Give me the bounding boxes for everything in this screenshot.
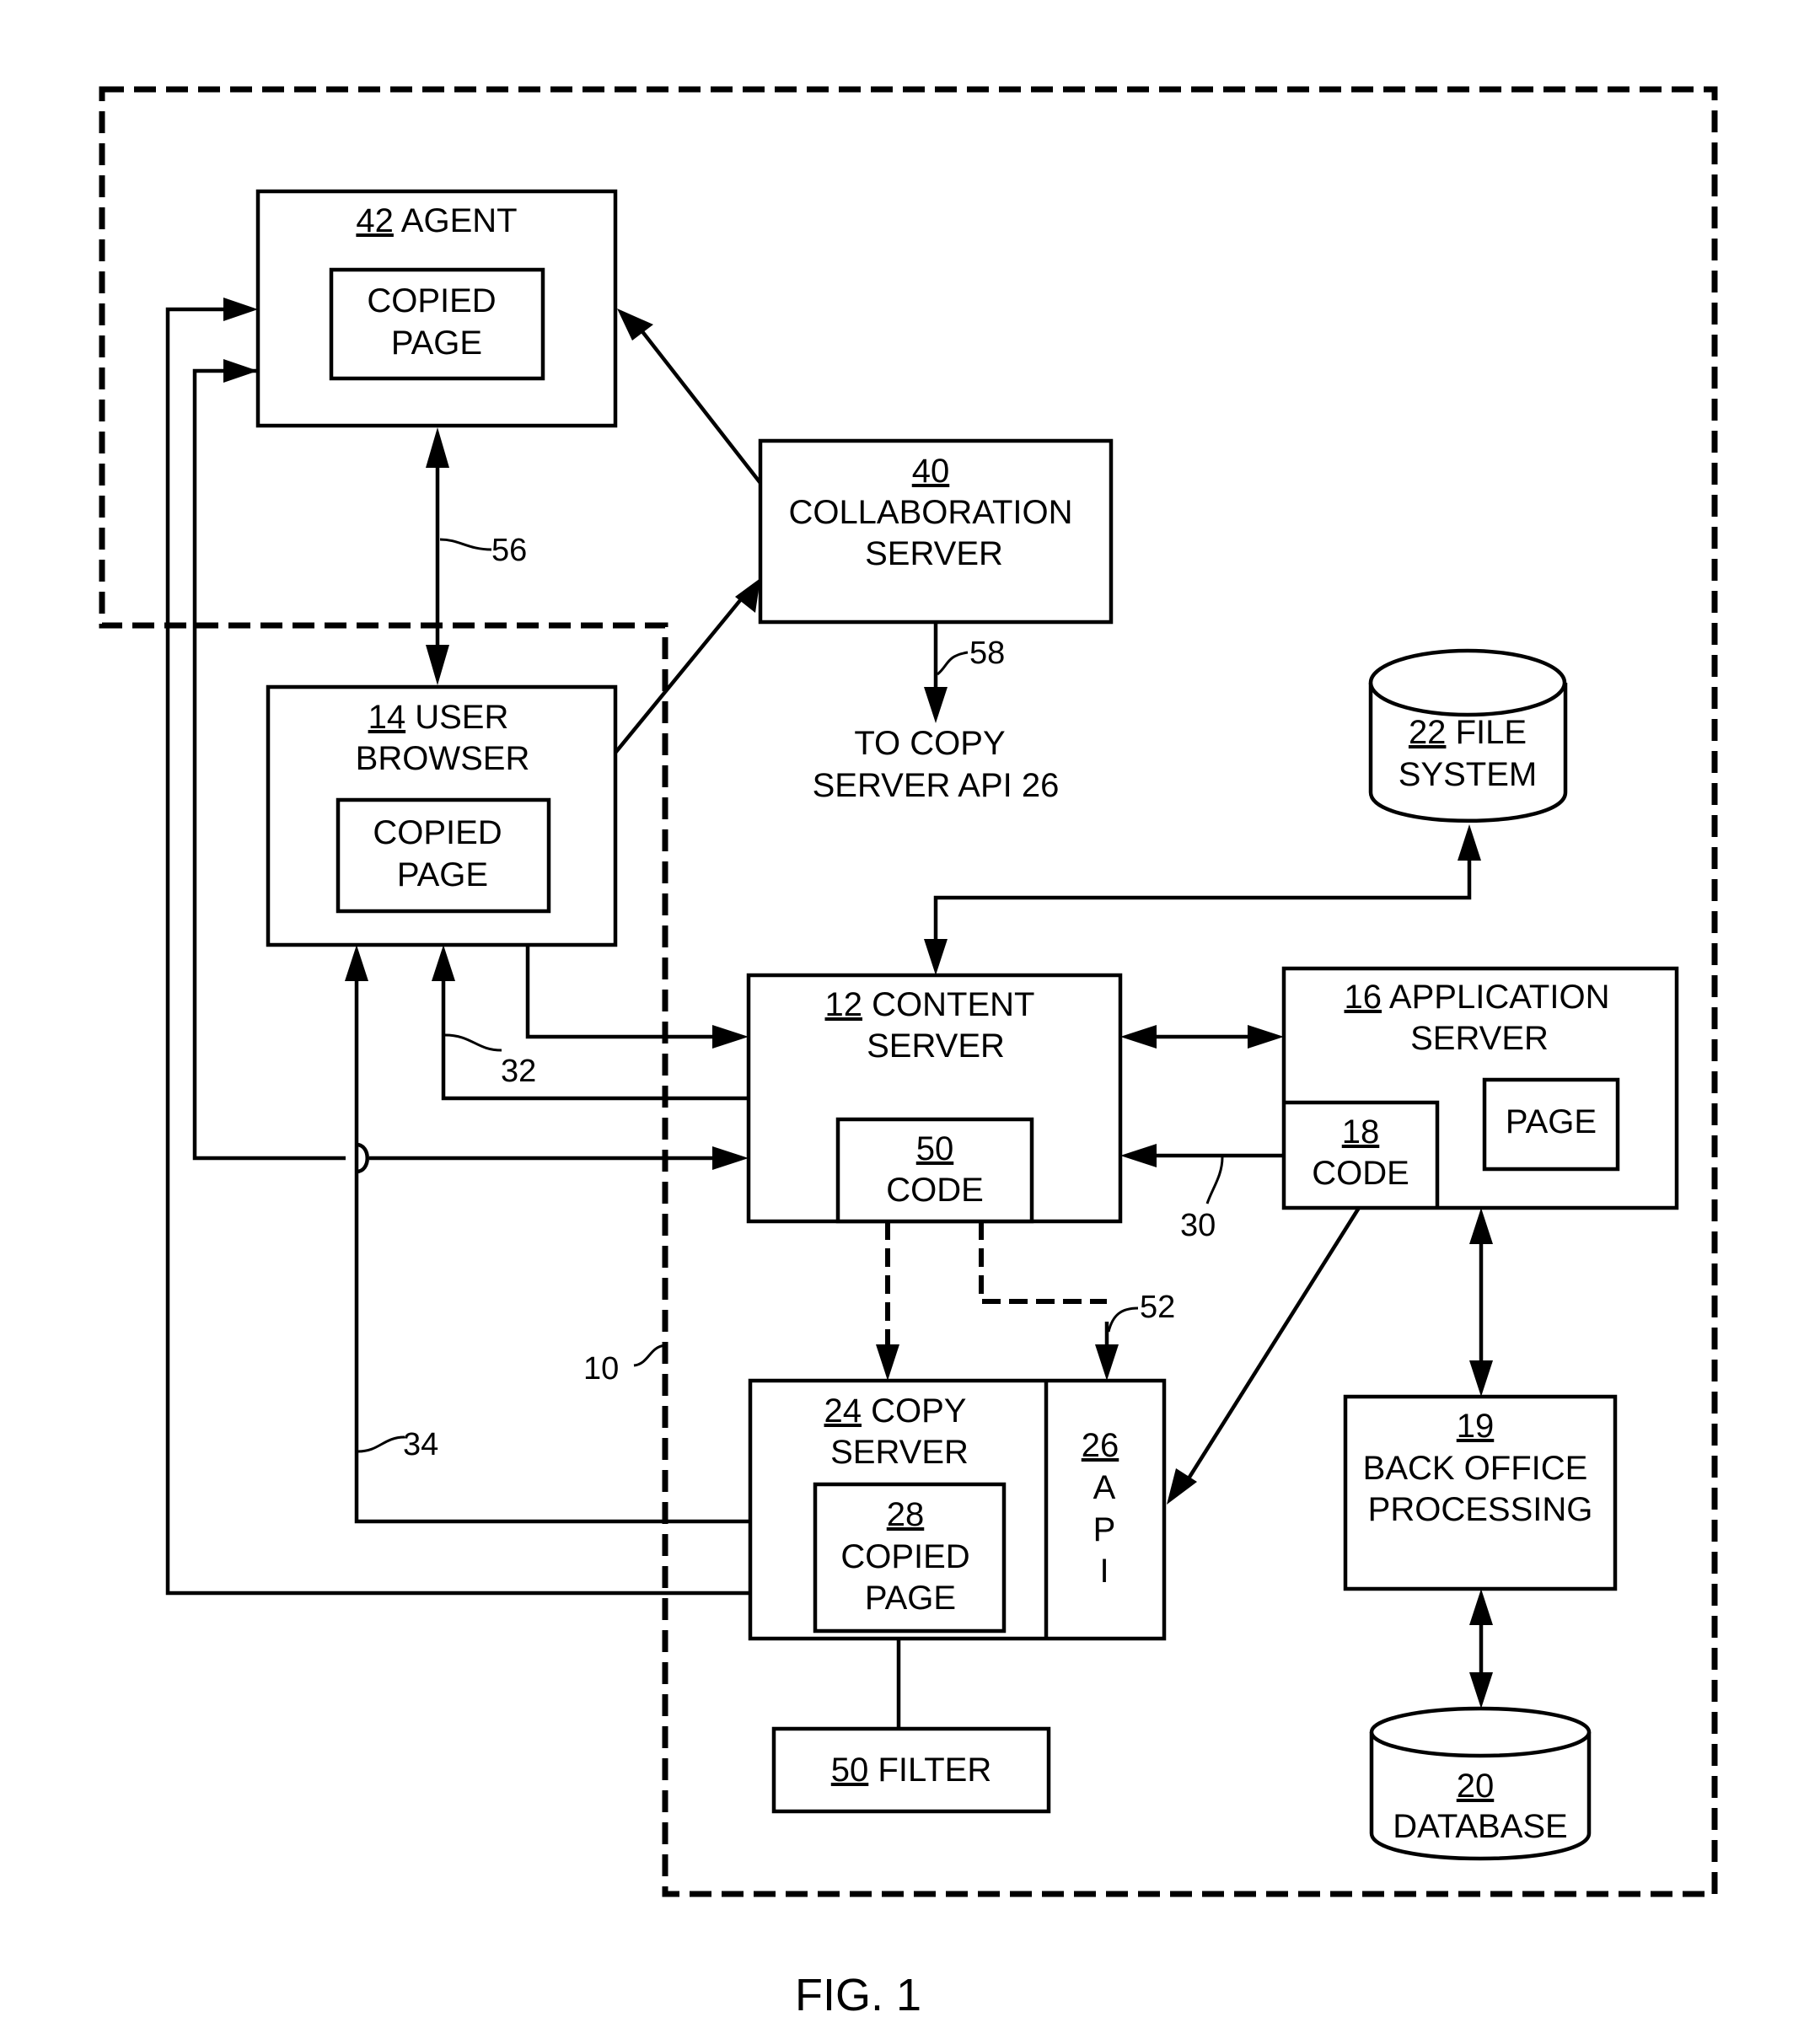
back-office-line2: PROCESSING [1368,1491,1593,1528]
svg-text:14 USER: 14 USER [368,699,509,736]
database-node[interactable]: 20 DATABASE [1369,1706,1592,1861]
filter-ref: 50 [831,1752,869,1789]
collab-out-text-2: SERVER API 26 [813,767,1060,804]
copy-server-node[interactable]: 24 COPY SERVER 28 COPIED PAGE [748,1378,1167,1641]
content-server-node[interactable]: 12 CONTENT SERVER 50 CODE [746,973,1123,1224]
connector-browser-content [525,945,749,1049]
ref-34: 34 [403,1427,438,1462]
content-code-label: CODE [886,1172,984,1209]
collaboration-server-line1: COLLABORATION [788,494,1072,531]
application-server-ref: 16 [1345,979,1382,1016]
user-browser-ref: 14 [368,699,406,736]
collab-out-text-1: TO COPY [854,725,1005,762]
copy-server-line2: SERVER [830,1434,969,1471]
connector-content-filesystem [924,824,1481,975]
svg-text:42 AGENT: 42 AGENT [356,202,517,239]
back-office-ref: 19 [1457,1408,1495,1445]
user-browser-label: USER [415,699,508,736]
content-server-label: CONTENT [872,986,1034,1023]
copy-server-label: COPY [871,1392,966,1430]
connector-collab-agent [617,308,762,485]
ref-30: 30 [1180,1208,1216,1243]
copy-copied-page-line1: COPIED [840,1538,969,1575]
agent-label: AGENT [401,202,518,239]
browser-copied-page-line1: COPIED [373,814,502,851]
collaboration-server-ref: 40 [912,453,950,490]
copy-copied-page-ref: 28 [887,1496,925,1533]
api-letter-a: A [1093,1469,1116,1506]
svg-text:12 CONTENT: 12 CONTENT [825,986,1035,1023]
system-ref-leader [633,1344,666,1367]
application-server-line2: SERVER [1410,1020,1549,1057]
connector-code-api [979,1221,1139,1381]
api-letter-i: I [1099,1553,1109,1590]
application-server-node[interactable]: 16 APPLICATION SERVER 18 CODE PAGE [1281,966,1679,1210]
ref-32: 32 [501,1054,536,1089]
application-server-label: APPLICATION [1389,979,1610,1016]
connector-browser-collab [614,578,760,754]
system-diagram: 10 56 58 TO COPY SERVER API 26 32 34 30 … [99,86,1718,2020]
svg-text:16 APPLICATION: 16 APPLICATION [1345,979,1610,1016]
back-office-line1: BACK OFFICE [1363,1450,1588,1487]
connector-appcode-api [1167,1206,1361,1505]
connector-backoffice-database [1469,1589,1493,1709]
connector-content-app [1120,1025,1284,1049]
file-system-node[interactable]: 22 FILE SYSTEM [1368,648,1568,823]
connector-agent-browser [426,427,492,685]
agent-ref: 42 [356,202,394,239]
connector-copy-agent [165,298,815,1605]
filter-label: FILTER [878,1752,991,1789]
ref-58: 58 [969,636,1005,671]
connector-code-copyserver [876,1221,899,1381]
browser-copied-page-line2: PAGE [397,856,488,893]
connector-collab-out [924,622,969,723]
back-office-node[interactable]: 19 BACK OFFICE PROCESSING [1343,1394,1618,1591]
user-browser-node[interactable]: 14 USER BROWSER COPIED PAGE [266,684,618,947]
agent-node[interactable]: 42 AGENT COPIED PAGE [255,189,618,428]
collaboration-server-node[interactable]: 40 COLLABORATION SERVER [758,438,1114,625]
connector-app-backoffice [1469,1208,1493,1397]
app-code-ref: 18 [1342,1113,1380,1151]
file-system-line2: SYSTEM [1399,756,1537,793]
app-code-label: CODE [1312,1155,1409,1192]
connector-content-browser [432,945,749,1101]
database-ref: 20 [1457,1768,1495,1805]
system-ref-label: 10 [583,1351,619,1387]
copy-copied-page-line2: PAGE [865,1580,956,1617]
copy-server-ref: 24 [824,1392,862,1430]
svg-text:24 COPY: 24 COPY [824,1392,967,1430]
file-system-ref: 22 [1409,714,1447,751]
agent-copied-page-line2: PAGE [391,325,482,362]
filter-node[interactable]: 50 FILTER [771,1726,1051,1814]
agent-copied-page-line1: COPIED [367,282,496,319]
ref-52: 52 [1140,1290,1175,1325]
svg-text:50 FILTER: 50 FILTER [831,1752,991,1789]
database-label: DATABASE [1393,1808,1567,1845]
content-code-ref: 50 [916,1130,954,1167]
content-server-line2: SERVER [867,1027,1005,1065]
content-server-ref: 12 [825,986,863,1023]
api-ref: 26 [1082,1427,1119,1464]
collaboration-server-line2: SERVER [865,535,1003,572]
file-system-label: FILE [1456,714,1527,751]
ref-56: 56 [491,533,527,568]
connector-app-content [1120,1144,1284,1204]
svg-text:22 FILE: 22 FILE [1409,714,1527,751]
app-page-label: PAGE [1506,1103,1597,1140]
figure-caption: FIG. 1 [795,1970,921,2020]
api-letter-p: P [1093,1511,1116,1548]
user-browser-line2: BROWSER [356,740,530,777]
